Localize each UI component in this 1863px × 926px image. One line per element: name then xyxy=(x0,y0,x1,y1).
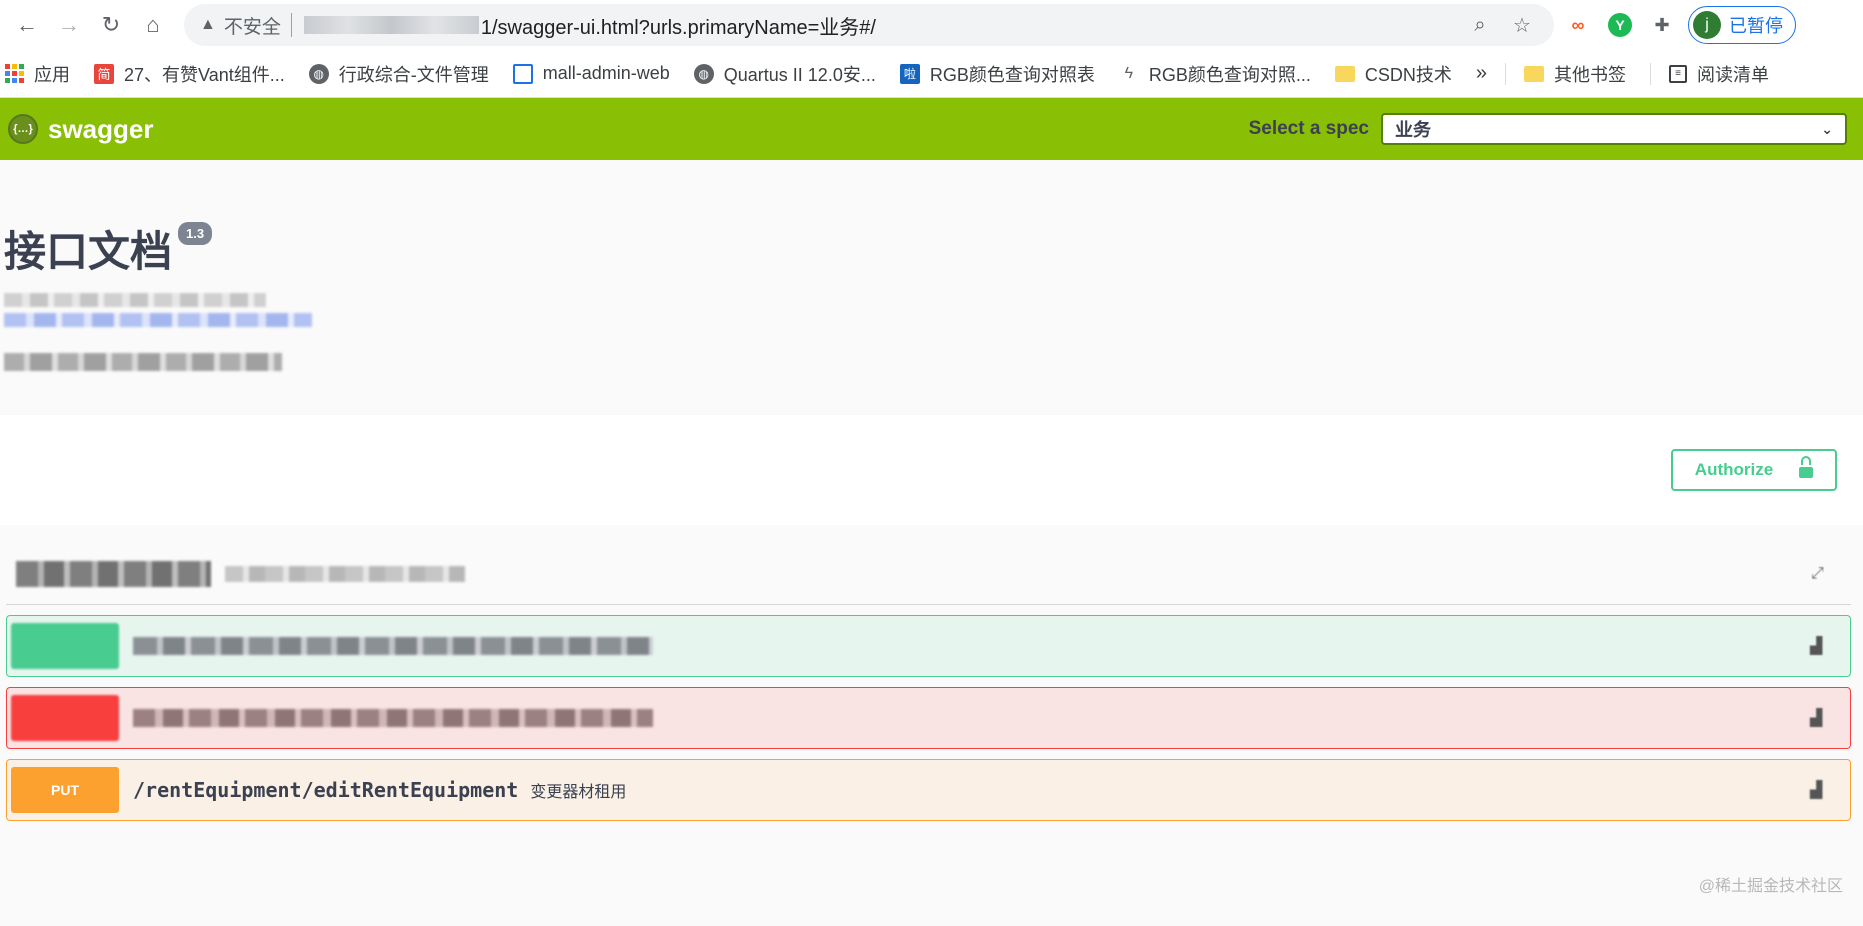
tag-header[interactable]: ⤢ xyxy=(6,543,1851,605)
address-bar[interactable]: ▲ 不安全 1/swagger-ui.html?urls.primaryName… xyxy=(184,4,1554,46)
zoom-icon[interactable]: ⌕ xyxy=(1464,14,1496,37)
blurred-host xyxy=(303,16,479,34)
globe-icon: ◍ xyxy=(693,63,714,84)
puzzle-extensions-icon[interactable]: ✚ xyxy=(1644,7,1680,43)
url-text[interactable]: 1/swagger-ui.html?urls.primaryName=业务#/ xyxy=(481,11,1454,40)
operation-row[interactable]: PUT /rentEquipment/editRentEquipment 变更器… xyxy=(6,759,1851,821)
insecure-label: 不安全 xyxy=(223,16,281,38)
reading-list-icon: ≡ xyxy=(1669,64,1688,83)
method-badge: PUT xyxy=(11,767,119,813)
lock-icon[interactable]: ▟ xyxy=(1810,708,1832,728)
bookmark-label: RGB颜色查询对照... xyxy=(1148,64,1311,85)
bookmarks-more-chevron[interactable]: » xyxy=(1476,62,1487,85)
operation-path: /rentEquipment/editRentEquipment xyxy=(133,778,519,802)
swagger-topbar: {…} swagger Select a spec 业务 ⌄ xyxy=(0,98,1863,160)
authorize-label: Authorize xyxy=(1694,460,1774,479)
scheme-container: Authorize xyxy=(0,415,1863,525)
bookmark-label: 应用 xyxy=(34,64,70,85)
method-badge xyxy=(11,623,119,669)
chevron-down-icon: ⌄ xyxy=(1821,120,1833,137)
expand-arrow-icon[interactable]: ⤢ xyxy=(1811,565,1831,585)
bookmark-label: mall-admin-web xyxy=(542,63,670,83)
bookmark-file-management[interactable]: ◍ 行政综合-文件管理 xyxy=(308,61,489,87)
api-info: 接口文档 1.3 xyxy=(0,160,1863,415)
bookmarks-separator xyxy=(1505,62,1507,85)
swagger-brand[interactable]: swagger xyxy=(48,114,1249,145)
reading-list[interactable]: ≡ 阅读清单 xyxy=(1669,61,1769,87)
spec-select-value: 业务 xyxy=(1395,120,1431,140)
method-badge xyxy=(11,695,119,741)
page-title: 接口文档 xyxy=(4,228,173,275)
api-title-row: 接口文档 1.3 xyxy=(4,218,1859,279)
infinity-extension-icon[interactable]: ∞ xyxy=(1560,7,1596,43)
operation-row[interactable]: ▟ xyxy=(6,615,1851,677)
profile-button[interactable]: j 已暂停 xyxy=(1688,6,1796,44)
bookmark-mall-admin[interactable]: mall-admin-web xyxy=(512,63,670,84)
profile-status: 已暂停 xyxy=(1729,16,1783,36)
bookmark-label: 其他书签 xyxy=(1554,64,1627,85)
globe-icon: ◍ xyxy=(308,63,329,84)
back-arrow-icon[interactable]: ← xyxy=(10,8,44,42)
bookmark-quartus[interactable]: ◍ Quartus II 12.0安... xyxy=(693,61,876,87)
bookmark-label: RGB颜色查询对照表 xyxy=(929,64,1095,85)
operation-row[interactable]: ▟ xyxy=(6,687,1851,749)
bookmarks-bar: 应用 简 27、有赞Vant组件... ◍ 行政综合-文件管理 mall-adm… xyxy=(0,50,1863,98)
jian-icon: 简 xyxy=(94,63,114,84)
swagger-logo-icon: {…} xyxy=(8,114,38,144)
bookmark-csdn[interactable]: CSDN技术 xyxy=(1334,61,1452,87)
reload-icon[interactable]: ↻ xyxy=(94,8,128,42)
bookmark-rgb-lookup[interactable]: ϟ RGB颜色查询对照... xyxy=(1119,61,1311,87)
apps-grid-icon xyxy=(4,64,24,84)
avatar: j xyxy=(1693,11,1721,39)
omnibox-divider xyxy=(290,13,292,37)
warning-triangle-icon: ▲ xyxy=(200,16,216,33)
bookmark-vant[interactable]: 简 27、有赞Vant组件... xyxy=(94,61,285,87)
store-icon xyxy=(512,63,533,84)
home-icon[interactable]: ⌂ xyxy=(136,8,170,42)
blue-square-icon: 啦 xyxy=(899,63,920,84)
blurred-api-docs-link[interactable] xyxy=(4,313,312,327)
bookmark-label: CSDN技术 xyxy=(1364,64,1452,85)
green-extension-icon[interactable]: Y xyxy=(1602,7,1638,43)
folder-icon xyxy=(1524,64,1545,84)
lock-icon[interactable]: ▟ xyxy=(1810,780,1832,800)
blurred-tag-description xyxy=(225,565,465,582)
feather-icon: ϟ xyxy=(1124,64,1134,82)
lock-icon[interactable]: ▟ xyxy=(1810,636,1832,656)
bookmark-label: Quartus II 12.0安... xyxy=(723,64,876,85)
blurred-description xyxy=(4,353,282,371)
browser-toolbar: ← → ↻ ⌂ ▲ 不安全 1/swagger-ui.html?urls.pri… xyxy=(0,0,1863,50)
version-badge: 1.3 xyxy=(178,222,213,245)
blurred-operation-path xyxy=(133,637,653,655)
bookmark-rgb-table[interactable]: 啦 RGB颜色查询对照表 xyxy=(899,61,1095,87)
blurred-operation-path xyxy=(133,709,653,727)
bookmarks-separator xyxy=(1650,62,1652,85)
bookmark-label: 27、有赞Vant组件... xyxy=(124,64,285,85)
spec-select-label: Select a spec xyxy=(1248,118,1369,139)
forward-arrow-icon[interactable]: → xyxy=(52,8,86,42)
blurred-base-url xyxy=(4,293,266,307)
watermark: @稀土掘金技术社区 xyxy=(1698,878,1843,895)
bookmark-label: 行政综合-文件管理 xyxy=(338,64,489,85)
bookmark-label: 阅读清单 xyxy=(1697,64,1770,85)
unlock-icon xyxy=(1799,456,1814,478)
bookmark-star-icon[interactable]: ☆ xyxy=(1506,13,1538,38)
operations-section: ⤢ ▟ ▟ PUT /rentEquipment/editRentEquipme… xyxy=(0,525,1863,926)
bookmark-other[interactable]: 其他书签 xyxy=(1524,61,1626,87)
operation-summary: 变更器材租用 xyxy=(530,784,627,801)
folder-icon xyxy=(1334,64,1355,84)
authorize-button[interactable]: Authorize xyxy=(1671,449,1837,491)
bookmark-apps[interactable]: 应用 xyxy=(4,61,70,87)
blurred-tag-name xyxy=(16,560,211,587)
spec-select[interactable]: 业务 ⌄ xyxy=(1381,113,1847,145)
